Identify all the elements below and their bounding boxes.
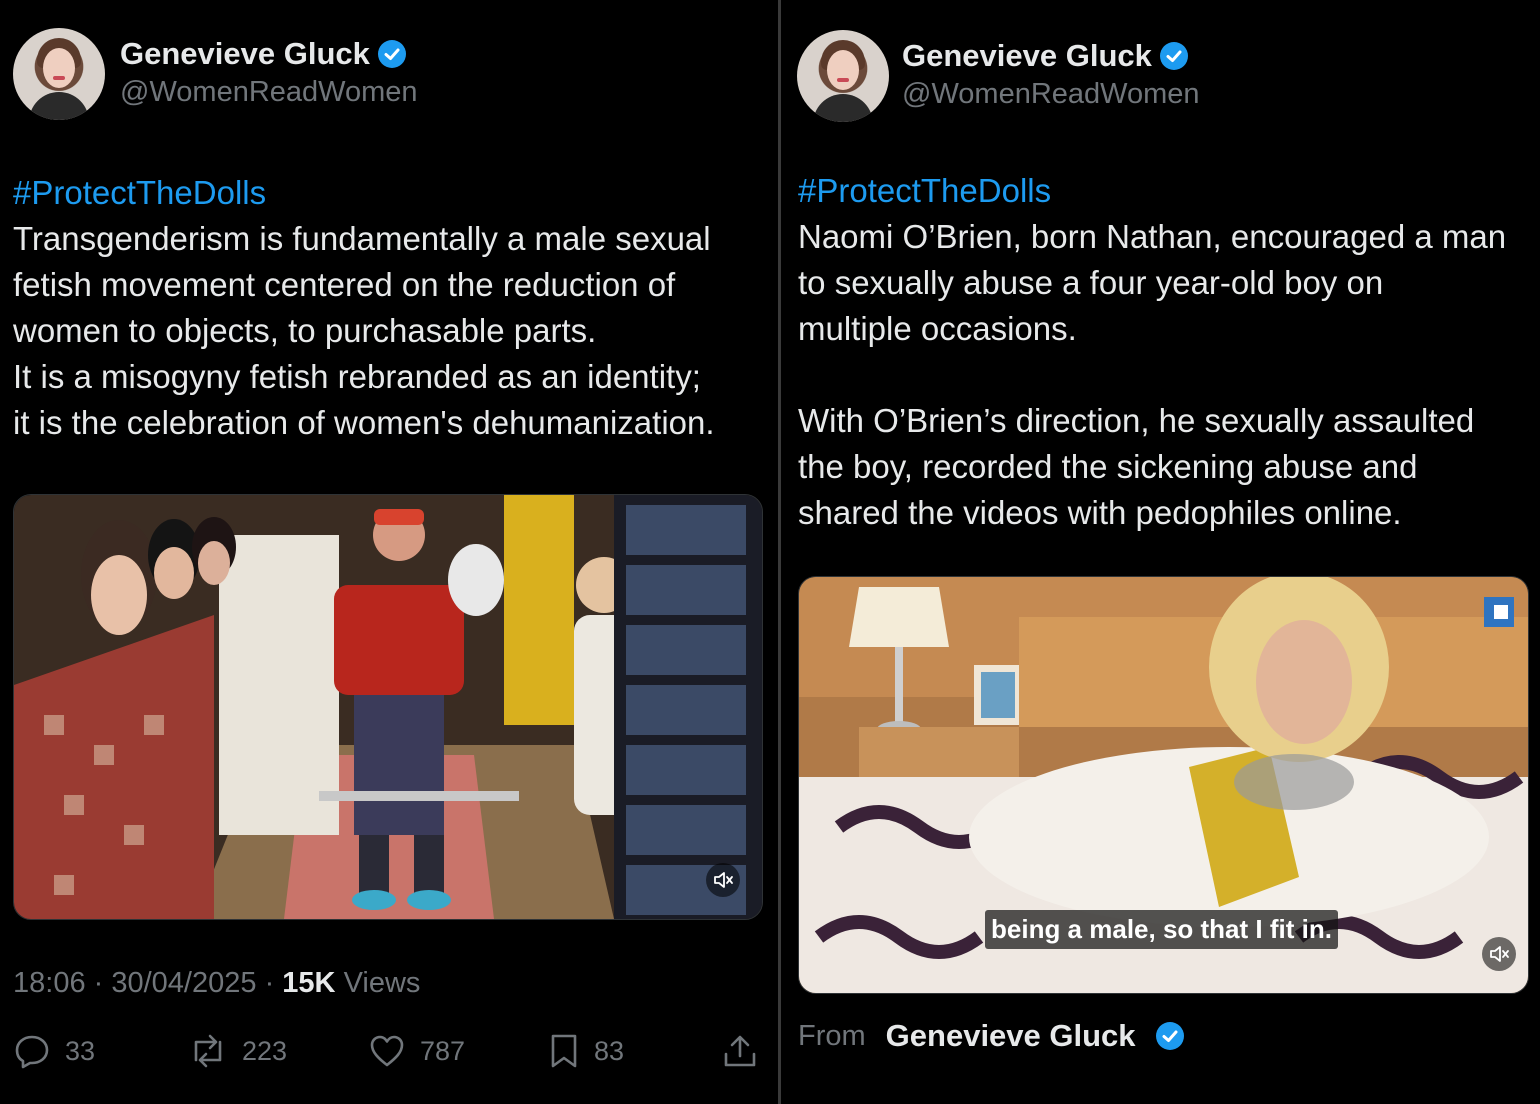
like-count: 787 xyxy=(420,1035,466,1066)
author-handle[interactable]: @WomenReadWomen xyxy=(902,78,1200,111)
mute-icon[interactable] xyxy=(706,863,740,897)
author-avatar[interactable] xyxy=(13,28,105,120)
author-name-row: Genevieve Gluck xyxy=(120,36,406,72)
reply-button[interactable]: 33 xyxy=(13,1032,95,1070)
tweet-body: Transgenderism is fundamentally a male s… xyxy=(13,220,715,441)
bookmark-button[interactable]: 83 xyxy=(548,1032,624,1070)
tweet-meta: 18:06 · 30/04/2025 · 15K Views xyxy=(13,967,421,999)
verified-badge-icon xyxy=(1159,42,1188,70)
views-label: Views xyxy=(343,967,421,999)
repost-icon xyxy=(194,1034,222,1068)
share-icon xyxy=(724,1035,756,1067)
like-button[interactable]: 787 xyxy=(368,1032,465,1070)
repost-button[interactable]: 223 xyxy=(188,1032,287,1070)
verified-badge-icon xyxy=(1155,1022,1184,1050)
tweet-text: #ProtectTheDolls Transgenderism is fundam… xyxy=(13,170,773,446)
mute-icon[interactable] xyxy=(1482,937,1516,971)
tweet-body: Naomi O’Brien, born Nathan, encouraged a… xyxy=(798,218,1507,531)
reply-icon xyxy=(15,1035,49,1069)
video-frame xyxy=(14,495,762,919)
share-button[interactable] xyxy=(722,1032,758,1070)
left-tweet: Genevieve Gluck @WomenReadWomen #Protect… xyxy=(0,0,778,1104)
video-player[interactable]: being a male, so that I fit in. xyxy=(798,576,1529,994)
views-count: 15K xyxy=(282,967,336,999)
bookmark-count: 83 xyxy=(594,1035,625,1066)
author-name[interactable]: Genevieve Gluck xyxy=(902,38,1152,74)
heart-icon xyxy=(370,1035,404,1067)
video-player[interactable] xyxy=(13,494,763,920)
video-source-row: From Genevieve Gluck xyxy=(798,1018,1184,1054)
author-name-row: Genevieve Gluck xyxy=(902,38,1188,74)
source-author-name[interactable]: Genevieve Gluck xyxy=(886,1018,1136,1054)
tweet-time[interactable]: 18:06 xyxy=(13,967,86,999)
video-caption: being a male, so that I fit in. xyxy=(985,910,1338,949)
from-label: From xyxy=(798,1019,866,1052)
tweet-text: #ProtectTheDolls Naomi O’Brien, born Nath… xyxy=(798,168,1538,536)
right-tweet: Genevieve Gluck @WomenReadWomen #Protect… xyxy=(781,0,1540,1104)
author-name[interactable]: Genevieve Gluck xyxy=(120,36,370,72)
verified-badge-icon xyxy=(377,40,406,68)
repost-count: 223 xyxy=(242,1035,288,1066)
reply-count: 33 xyxy=(65,1035,96,1066)
author-handle[interactable]: @WomenReadWomen xyxy=(120,76,418,109)
hashtag-link[interactable]: #ProtectTheDolls xyxy=(798,168,1538,214)
author-avatar[interactable] xyxy=(797,30,889,122)
tweet-date[interactable]: 30/04/2025 xyxy=(111,967,256,999)
hashtag-link[interactable]: #ProtectTheDolls xyxy=(13,170,773,216)
bookmark-icon xyxy=(551,1034,577,1068)
